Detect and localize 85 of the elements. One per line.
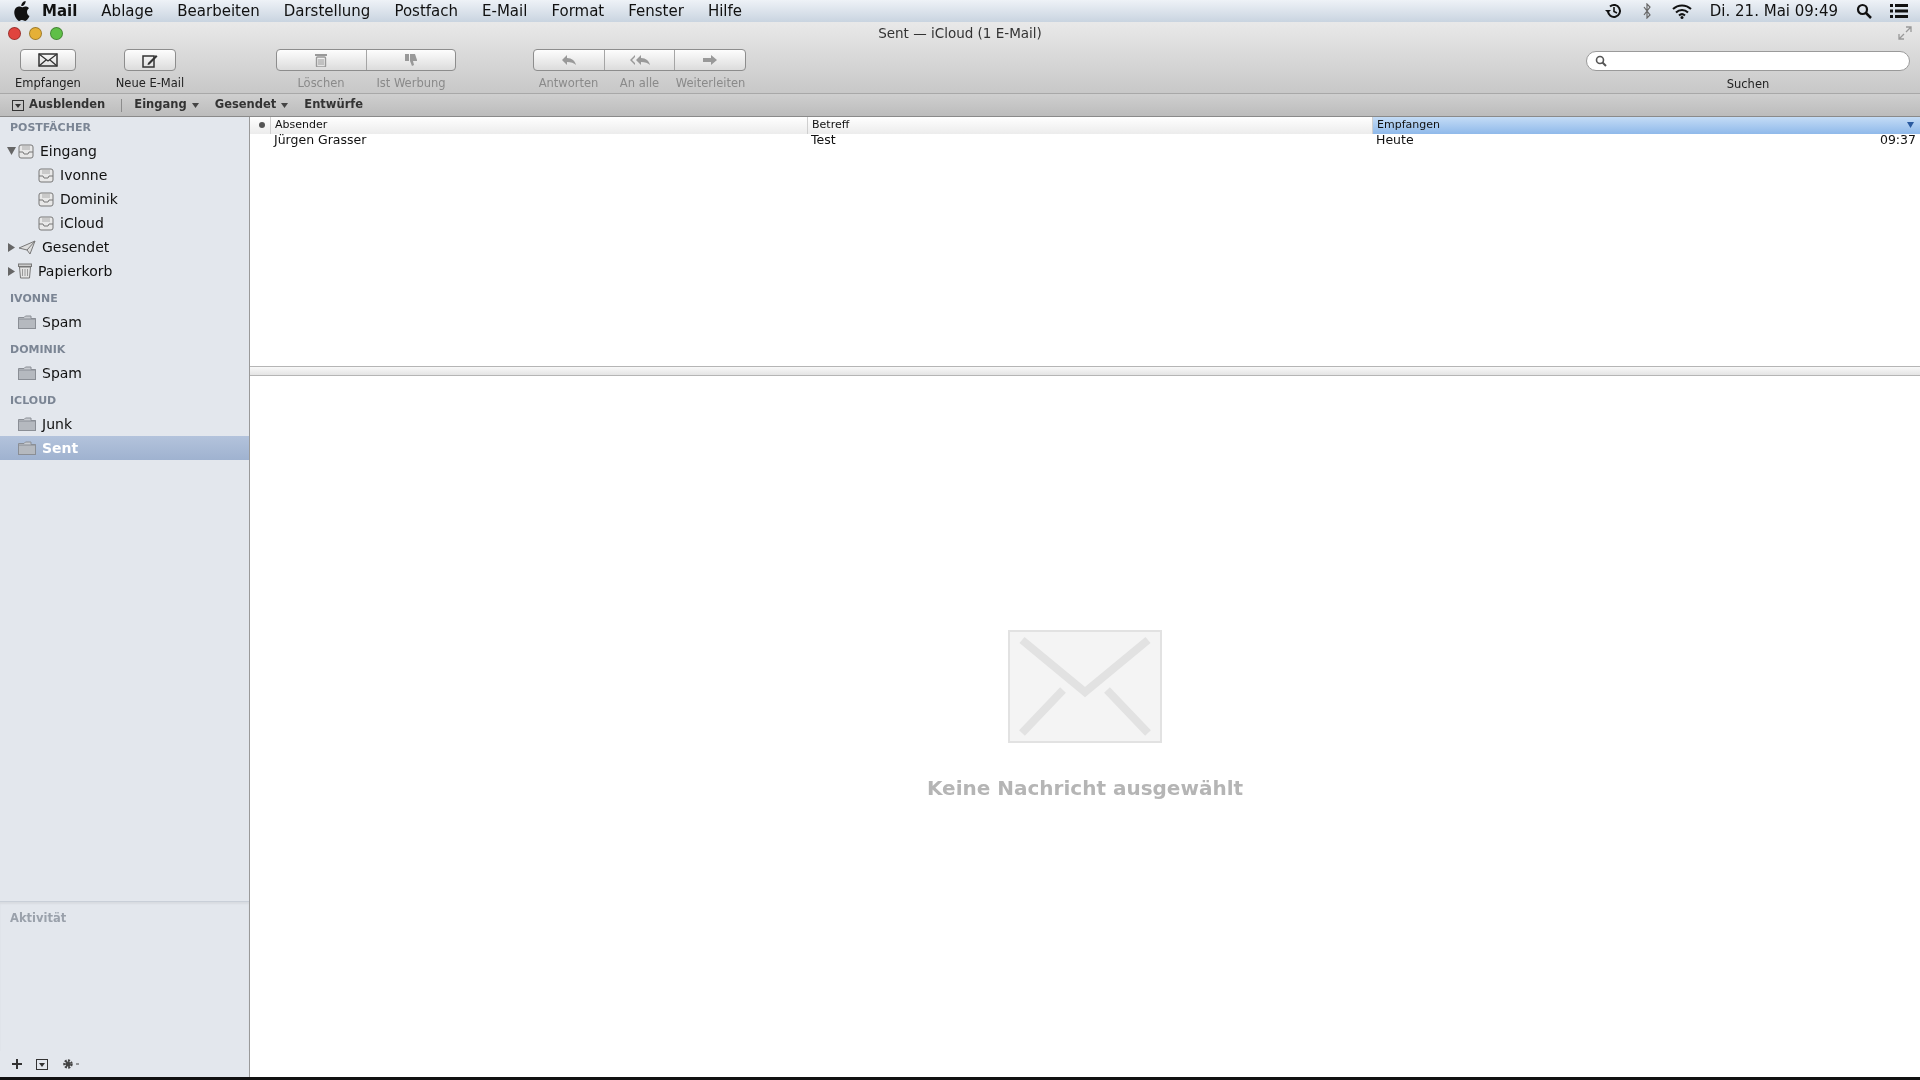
folder-icon xyxy=(18,366,36,380)
inbox-tray-icon xyxy=(18,143,34,159)
disclosure-triangle-icon[interactable] xyxy=(7,242,15,252)
close-button[interactable] xyxy=(8,26,21,40)
sidebar-item[interactable]: Dominik xyxy=(0,187,249,211)
disclosure-triangle-icon[interactable] xyxy=(7,266,15,276)
inbox-tray-icon xyxy=(38,215,54,231)
toolbar-button[interactable] xyxy=(124,49,176,71)
inbox-tray-icon xyxy=(38,191,54,207)
envelope-icon xyxy=(1008,630,1162,743)
menu-item[interactable]: Fenster xyxy=(616,0,696,23)
search-field[interactable] xyxy=(1586,51,1910,71)
sidebar-item[interactable]: Junk xyxy=(0,412,249,436)
sidebar-heading: DOMINIK xyxy=(9,341,67,358)
window-title: Sent — iCloud (1 E-Mail) xyxy=(878,23,1042,43)
search-icon[interactable] xyxy=(1856,3,1872,19)
sort-caret-icon xyxy=(1907,122,1914,129)
apple-logo-icon[interactable] xyxy=(12,1,30,21)
inbox-tray-icon xyxy=(38,167,54,183)
time-machine-icon[interactable] xyxy=(1603,2,1622,20)
envelope-icon xyxy=(38,53,58,67)
hide-button[interactable] xyxy=(36,1058,48,1070)
toolbar-label[interactable]: Neue E-Mail xyxy=(106,75,194,93)
sender-cell[interactable]: Jürgen Grasser xyxy=(270,131,807,150)
favorites-bar-button[interactable]: Entwürfe xyxy=(304,96,372,114)
received-day-cell[interactable]: Heute xyxy=(1376,131,1414,150)
paper-plane-icon xyxy=(18,239,36,255)
menu-item[interactable]: Darstellung xyxy=(271,0,383,23)
reply-arrow-icon xyxy=(560,54,577,66)
hide-icon xyxy=(12,99,24,111)
sidebar-item[interactable]: Papierkorb xyxy=(0,259,249,283)
split-handle[interactable] xyxy=(250,366,1920,376)
sidebar-item[interactable]: Spam xyxy=(0,310,249,334)
menu-clock[interactable]: Di. 21. Mai 09:49 xyxy=(1709,0,1838,23)
received-time-cell[interactable]: 09:37 xyxy=(1879,131,1916,150)
plus-icon xyxy=(12,1059,22,1069)
settings-button[interactable] xyxy=(62,1058,80,1070)
reply-all-arrow-icon xyxy=(628,54,651,66)
menu-item[interactable]: E-Mail xyxy=(470,0,540,23)
menu-item[interactable]: Postfach xyxy=(382,0,470,23)
menu-item[interactable]: Format xyxy=(539,0,617,23)
zoom-button[interactable] xyxy=(50,26,63,40)
dropdown-caret-icon xyxy=(281,102,289,108)
minimize-button[interactable] xyxy=(29,26,42,40)
menu-item[interactable]: Ablage xyxy=(89,0,166,23)
search-icon xyxy=(1595,55,1607,67)
menu-item[interactable]: Bearbeiten xyxy=(165,0,272,23)
favorites-bar-button[interactable]: Eingang xyxy=(134,96,207,114)
menu-item[interactable]: Hilfe xyxy=(695,0,754,23)
subject-cell[interactable]: Test xyxy=(807,131,1372,150)
sidebar-heading: ICLOUD xyxy=(9,392,58,409)
trash-icon xyxy=(315,53,328,67)
favorites-bar-button[interactable]: Gesendet xyxy=(214,96,297,114)
search-label: Suchen xyxy=(1726,76,1770,93)
wifi-icon[interactable] xyxy=(1671,3,1692,19)
column-header[interactable]: Betreff xyxy=(807,117,1372,134)
compose-icon xyxy=(142,52,158,68)
sidebar-item[interactable]: Gesendet xyxy=(0,235,249,259)
add-button[interactable] xyxy=(12,1059,22,1069)
sidebar-heading: POSTFÄCHER xyxy=(9,119,92,136)
trash-can-icon xyxy=(18,263,32,279)
sidebar-heading: IVONNE xyxy=(9,290,59,307)
dropdown-caret-icon xyxy=(191,102,199,108)
toolbar-button[interactable] xyxy=(20,49,76,71)
activity-heading: Aktivität xyxy=(0,901,249,1051)
folder-icon xyxy=(18,417,36,431)
empty-preview-message: Keine Nachricht ausgewählt xyxy=(926,775,1244,802)
toolbar-label[interactable]: Empfangen xyxy=(12,75,84,93)
sidebar-item[interactable]: Spam xyxy=(0,361,249,385)
list-icon[interactable] xyxy=(1890,4,1908,18)
disclosure-triangle-icon[interactable] xyxy=(6,147,16,155)
sidebar-item[interactable]: iCloud xyxy=(0,211,249,235)
favorites-bar-button[interactable]: Ausblenden xyxy=(12,96,114,114)
folder-icon xyxy=(18,441,36,455)
thumbs-down-icon xyxy=(403,53,418,67)
sidebar-item[interactable]: Ivonne xyxy=(0,163,249,187)
gear-icon xyxy=(62,1058,80,1070)
forward-arrow-icon xyxy=(702,54,719,66)
column-header[interactable]: Absender xyxy=(270,117,807,134)
unread-dot-icon xyxy=(259,122,265,129)
folder-icon xyxy=(18,315,36,329)
hide-icon xyxy=(36,1058,48,1070)
column-header[interactable]: Empfangen xyxy=(1372,117,1920,134)
app-menu[interactable]: Mail xyxy=(30,0,90,23)
sidebar-item[interactable]: Eingang xyxy=(0,139,249,163)
